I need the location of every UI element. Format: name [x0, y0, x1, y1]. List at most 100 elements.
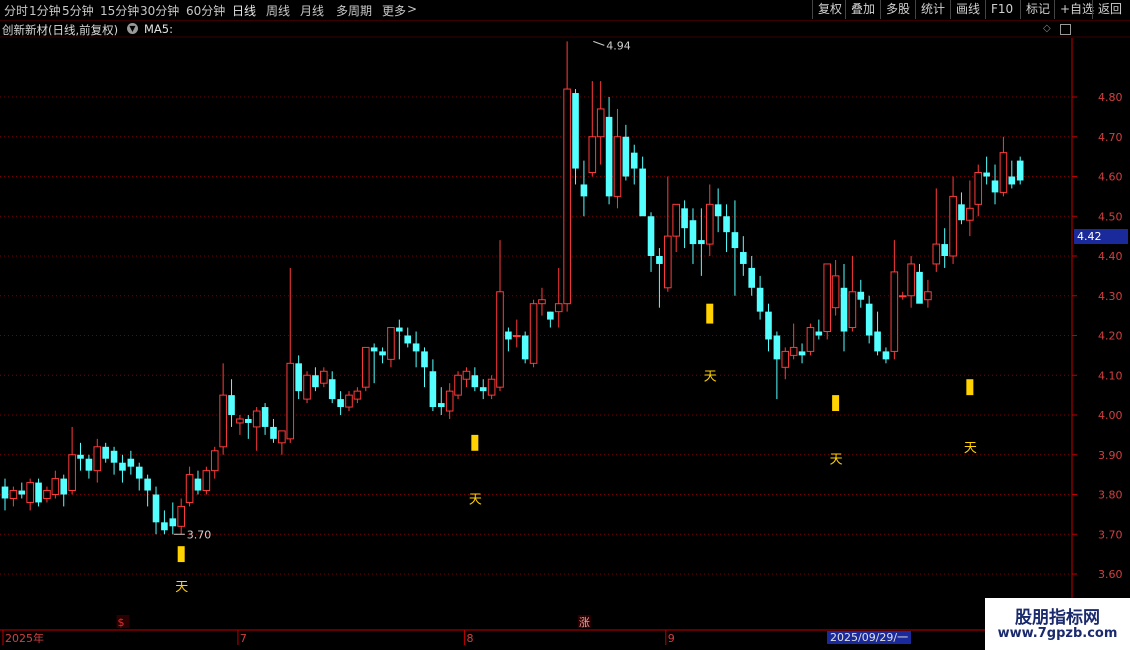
candle-body-up[interactable]	[93, 446, 102, 472]
candle-body-down[interactable]	[798, 351, 806, 356]
candle-body-down[interactable]	[228, 395, 235, 415]
candle-body-up[interactable]	[890, 271, 899, 352]
candle-body-down[interactable]	[295, 363, 302, 392]
candle-body-down[interactable]	[773, 335, 781, 360]
candle-body-down[interactable]	[547, 311, 554, 320]
statistics-button[interactable]: 统计	[915, 0, 950, 19]
period-tab-fenshi[interactable]: 分时	[4, 2, 28, 19]
event-marker[interactable]: $	[117, 616, 124, 629]
candle-body-down[interactable]	[765, 311, 772, 340]
period-tab-30min[interactable]: 30分钟	[140, 2, 179, 19]
candle-body-down[interactable]	[328, 379, 336, 400]
candle-body-up[interactable]	[823, 263, 832, 333]
candle-body-up[interactable]	[664, 235, 672, 289]
candle-body-down[interactable]	[983, 172, 990, 177]
period-tab-daily[interactable]: 日线	[232, 2, 256, 19]
overlay-button[interactable]: 叠加	[845, 0, 880, 19]
candle-body-down[interactable]	[194, 478, 202, 491]
candle-body-down[interactable]	[622, 136, 630, 177]
candle-body-down[interactable]	[429, 371, 437, 408]
candle-body-up[interactable]	[781, 350, 790, 368]
candle-body-down[interactable]	[437, 403, 445, 408]
candle-body-down[interactable]	[521, 335, 529, 360]
candle-body-up[interactable]	[949, 195, 957, 257]
candle-body-down[interactable]	[396, 327, 403, 332]
candle-body-down[interactable]	[245, 418, 252, 423]
candle-body-down[interactable]	[689, 220, 697, 245]
candle-body-down[interactable]	[161, 522, 168, 531]
candle-body-down[interactable]	[35, 482, 42, 503]
candle-body-up[interactable]	[554, 303, 563, 313]
candle-body-up[interactable]	[51, 478, 60, 496]
candle-body-up[interactable]	[848, 291, 857, 329]
candle-body-up[interactable]	[252, 410, 261, 428]
candle-body-down[interactable]	[647, 216, 655, 256]
candle-body-up[interactable]	[496, 291, 504, 388]
candle-body-down[interactable]	[471, 375, 479, 388]
fuquan-button[interactable]: 复权	[812, 0, 847, 19]
candle-body-up[interactable]	[966, 207, 974, 221]
candle-body-up[interactable]	[177, 505, 185, 527]
candle-body-down[interactable]	[958, 204, 965, 221]
candle-body-up[interactable]	[68, 454, 76, 492]
candle-body-down[interactable]	[874, 331, 881, 352]
candle-body-up[interactable]	[353, 390, 362, 400]
candle-body-down[interactable]	[865, 303, 873, 336]
candle-body-up[interactable]	[932, 243, 941, 265]
candle-body-down[interactable]	[731, 232, 739, 249]
candle-body-down[interactable]	[756, 287, 764, 312]
candle-body-down[interactable]	[77, 454, 84, 459]
candle-body-up[interactable]	[26, 482, 34, 503]
candle-body-up[interactable]	[789, 346, 798, 356]
candle-body-up[interactable]	[924, 291, 932, 301]
candle-body-up[interactable]	[236, 418, 244, 424]
candle-body-up[interactable]	[538, 299, 546, 305]
candle-body-up[interactable]	[185, 474, 194, 503]
candle-body-down[interactable]	[144, 478, 151, 491]
candle-body-up[interactable]	[361, 346, 370, 388]
period-tab-monthly[interactable]: 月线	[300, 2, 324, 19]
candle-body-down[interactable]	[102, 446, 109, 459]
candle-body-down[interactable]	[479, 387, 487, 392]
candle-body-up[interactable]	[219, 394, 227, 448]
f10-button[interactable]: F10	[985, 0, 1018, 19]
candle-body-down[interactable]	[119, 462, 126, 471]
candle-body-down[interactable]	[270, 426, 277, 439]
candle-body-down[interactable]	[714, 204, 722, 217]
candle-body-down[interactable]	[127, 458, 135, 467]
chevron-right-icon[interactable]: >	[407, 2, 417, 16]
candle-body-down[interactable]	[639, 168, 646, 217]
candle-body-down[interactable]	[698, 240, 705, 245]
candle-body-up[interactable]	[529, 303, 538, 364]
candle-body-up[interactable]	[278, 430, 286, 444]
candle-body-up[interactable]	[705, 203, 714, 245]
candle-body-down[interactable]	[110, 450, 118, 463]
mark-button[interactable]: 标记	[1020, 0, 1055, 19]
candle-body-down[interactable]	[261, 407, 269, 427]
candle-body-up[interactable]	[512, 335, 521, 337]
candle-body-down[interactable]	[857, 291, 865, 300]
candle-body-up[interactable]	[806, 327, 815, 352]
candle-body-down[interactable]	[337, 399, 344, 408]
candle-body-up[interactable]	[613, 136, 622, 197]
period-tab-1min[interactable]: 1分钟	[29, 2, 61, 19]
candle-body-down[interactable]	[656, 256, 663, 264]
candle-body-down[interactable]	[572, 93, 579, 169]
candle-body-up[interactable]	[445, 390, 454, 412]
candle-body-down[interactable]	[379, 351, 386, 356]
panel-toggle-icon[interactable]	[1060, 24, 1071, 35]
candle-body-up[interactable]	[672, 203, 681, 237]
period-tab-60min[interactable]: 60分钟	[186, 2, 225, 19]
candle-body-down[interactable]	[135, 466, 143, 479]
candle-body-up[interactable]	[345, 394, 353, 408]
candle-body-down[interactable]	[404, 335, 412, 344]
candle-body-down[interactable]	[605, 116, 613, 197]
draw-line-button[interactable]: 画线	[950, 0, 985, 19]
kline-chart[interactable]: 4.80 4.70 4.60 4.50 4.40 4.30 4.20 4.10 4.00 3.90…	[0, 0, 1130, 650]
candle-body-up[interactable]	[210, 450, 219, 472]
candle-body-down[interactable]	[152, 494, 160, 523]
candle-body-down[interactable]	[740, 252, 747, 264]
candle-body-down[interactable]	[60, 478, 68, 495]
candle-body-down[interactable]	[85, 458, 93, 471]
multi-stock-button[interactable]: 多股	[880, 0, 915, 19]
